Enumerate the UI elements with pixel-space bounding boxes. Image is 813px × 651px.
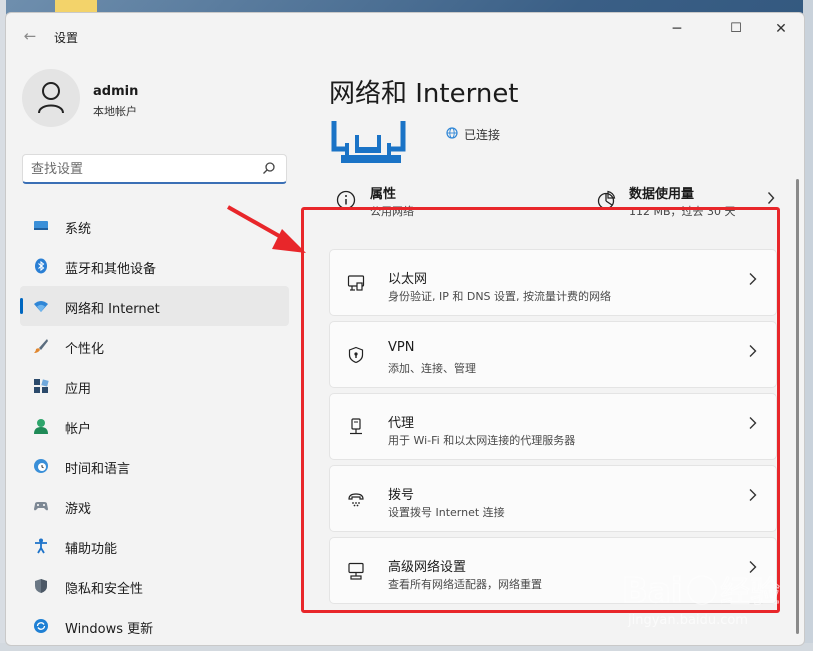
svg-text:Bai: Bai [622,571,683,611]
globe-clock-icon [34,459,48,473]
connection-status: 已连接 [464,128,501,142]
sidebar-item-label: Windows 更新 [65,622,154,637]
globe-icon [446,127,458,139]
search-icon[interactable] [262,161,276,175]
sidebar-item-label: 时间和语言 [65,462,131,477]
sidebar-item-label: 隐私和安全性 [65,582,144,597]
wifi-icon [34,301,48,312]
baidu-watermark-logo: Bai 经验 jingyan.baidu.com [621,570,780,628]
shield-icon [35,579,47,593]
bluetooth-icon [35,258,47,274]
brush-icon [34,339,48,353]
window-title: 设置 [54,31,79,45]
person-icon [38,82,64,114]
close-button[interactable]: ✕ [766,19,796,39]
maximize-button[interactable]: ☐ [721,19,751,39]
page-title: 网络和 Internet [329,79,519,109]
minimize-button[interactable]: ─ [662,19,692,39]
sidebar-item-label: 系统 [65,222,92,237]
avatar[interactable] [22,69,80,127]
sidebar-item-label: 游戏 [65,502,92,517]
apps-icon [34,379,49,393]
sidebar-nav: 系统 蓝牙和其他设备 网络和 Internet 个性化 应用 帐户 时间和语言 … [20,206,289,645]
back-button[interactable]: ← [21,27,39,45]
annotation-highlight-box [301,207,780,613]
title-bar: ← 设置 ─ ☐ ✕ [6,13,804,57]
chevron-right-icon [767,192,775,204]
user-name: admin [93,84,139,99]
monitor-icon [34,221,48,230]
sidebar-item-label: 帐户 [65,422,92,437]
sidebar-item-label: 辅助功能 [65,542,118,557]
properties-title: 属性 [370,187,397,202]
sidebar-item-windows-update[interactable]: Windows 更新 [20,606,289,645]
svg-text:经验: 经验 [720,575,780,610]
search-input[interactable] [31,160,251,178]
svg-text:jingyan.baidu.com: jingyan.baidu.com [627,613,748,628]
sidebar-item-privacy[interactable]: 隐私和安全性 [20,566,289,606]
sidebar-item-time-language[interactable]: 时间和语言 [20,446,289,486]
update-icon [34,619,48,633]
person-icon [34,419,48,434]
sidebar-item-label: 个性化 [65,342,105,357]
sidebar-item-accessibility[interactable]: 辅助功能 [20,526,289,566]
sidebar-item-accounts[interactable]: 帐户 [20,406,289,446]
accessibility-icon [35,538,47,554]
sidebar-item-personalization[interactable]: 个性化 [20,326,289,366]
ethernet-graphic-icon [331,121,406,163]
data-usage-title: 数据使用量 [629,187,695,202]
sidebar-item-apps[interactable]: 应用 [20,366,289,406]
gamepad-icon [34,502,48,511]
search-box[interactable] [22,154,287,184]
sidebar-item-label: 蓝牙和其他设备 [65,262,157,277]
account-type: 本地帐户 [93,105,137,118]
annotation-arrow-icon [227,205,306,253]
sidebar-item-label: 网络和 Internet [65,302,160,317]
desktop-icon-strip [55,0,97,12]
sidebar-item-network[interactable]: 网络和 Internet [20,286,289,326]
sidebar-item-gaming[interactable]: 游戏 [20,486,289,526]
sidebar-item-label: 应用 [65,382,92,397]
